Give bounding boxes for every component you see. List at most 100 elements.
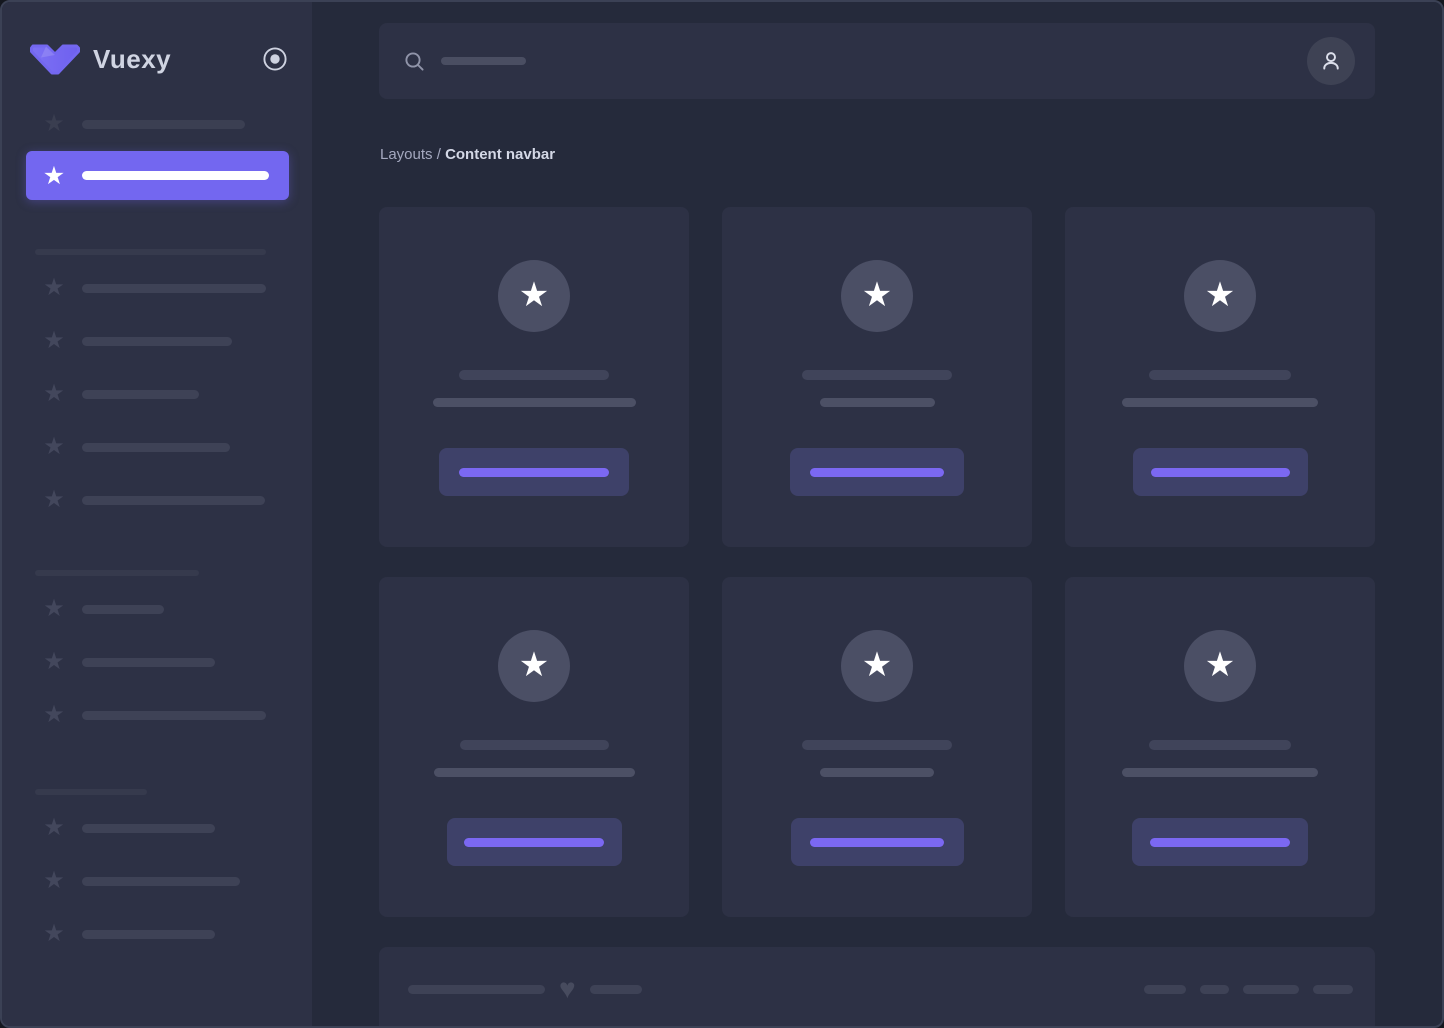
card-subtitle-placeholder: [433, 398, 636, 407]
card-button-placeholder[interactable]: [1132, 818, 1308, 866]
sidebar-item[interactable]: ★: [2, 486, 312, 514]
button-label-placeholder: [1151, 468, 1290, 477]
card-button-placeholder[interactable]: [790, 448, 964, 496]
sidebar-nav: ★ ★ ★ ★: [2, 82, 312, 973]
top-navbar: [379, 23, 1375, 99]
star-icon: ★: [42, 867, 66, 895]
card-button-placeholder[interactable]: [791, 818, 964, 866]
card-title-placeholder: [1149, 740, 1291, 750]
star-icon: ★: [42, 814, 66, 842]
card-subtitle-placeholder: [434, 768, 635, 777]
star-icon: ★: [42, 274, 66, 302]
card-button-placeholder[interactable]: [1133, 448, 1308, 496]
sidebar-item-active[interactable]: ★: [26, 151, 289, 200]
footer-link-placeholder[interactable]: [1200, 985, 1229, 994]
sidebar-item[interactable]: ★: [2, 433, 312, 461]
sidebar-item[interactable]: ★: [2, 814, 312, 842]
footer-text-placeholder: [590, 985, 642, 994]
card-avatar-circle: ★: [1184, 260, 1256, 332]
star-icon: ★: [519, 278, 549, 315]
skeleton-card: ★: [1065, 207, 1375, 547]
footer-text-placeholder: [408, 985, 545, 994]
skeleton-card: ★: [722, 577, 1032, 917]
star-icon: ★: [42, 920, 66, 948]
app-frame: Vuexy ★ ★: [0, 0, 1444, 1028]
sidebar-item[interactable]: ★: [2, 867, 312, 895]
card-title-placeholder: [1149, 370, 1291, 380]
sidebar-item[interactable]: ★: [2, 920, 312, 948]
search-input[interactable]: [403, 50, 1307, 73]
card-button-placeholder[interactable]: [439, 448, 629, 496]
star-icon: ★: [42, 433, 66, 461]
card-subtitle-placeholder: [820, 398, 935, 407]
sidebar-item-label-placeholder: [82, 337, 232, 346]
star-icon: ★: [42, 648, 66, 676]
sidebar-item-label-placeholder: [82, 390, 199, 399]
breadcrumb-current: Content navbar: [445, 146, 555, 163]
search-placeholder-bar: [441, 57, 526, 65]
skeleton-card: ★: [379, 577, 689, 917]
sidebar-item[interactable]: ★: [2, 648, 312, 676]
search-icon: [403, 50, 426, 73]
card-grid: ★ ★: [379, 207, 1375, 917]
card-avatar-circle: ★: [498, 630, 570, 702]
sidebar-item[interactable]: ★: [2, 380, 312, 408]
sidebar: Vuexy ★ ★: [2, 2, 312, 1026]
button-label-placeholder: [1150, 838, 1290, 847]
star-icon: ★: [42, 380, 66, 408]
sidebar-item-label-placeholder: [82, 120, 245, 129]
footer-link-placeholder[interactable]: [1144, 985, 1186, 994]
star-icon: ★: [862, 278, 892, 315]
footer-link-placeholder[interactable]: [1243, 985, 1299, 994]
sidebar-item[interactable]: ★: [2, 110, 312, 138]
star-icon: ★: [42, 701, 66, 729]
sidebar-section-divider: [35, 249, 266, 255]
skeleton-card: ★: [379, 207, 689, 547]
breadcrumb-parent[interactable]: Layouts: [380, 146, 433, 163]
card-title-placeholder: [802, 370, 952, 380]
sidebar-item-label-placeholder: [82, 284, 266, 293]
sidebar-item[interactable]: ★: [2, 327, 312, 355]
star-icon: ★: [519, 648, 549, 685]
star-icon: ★: [1205, 278, 1235, 315]
card-avatar-circle: ★: [1184, 630, 1256, 702]
card-title-placeholder: [459, 370, 609, 380]
user-avatar[interactable]: [1307, 37, 1355, 85]
vuexy-logo-icon: [30, 44, 80, 75]
breadcrumb-separator: /: [433, 146, 446, 163]
star-icon: ★: [42, 595, 66, 623]
heart-icon: ♥: [559, 975, 576, 1003]
button-label-placeholder: [464, 838, 604, 847]
sidebar-item[interactable]: ★: [2, 701, 312, 729]
card-title-placeholder: [460, 740, 609, 750]
app-title: Vuexy: [93, 44, 171, 75]
sidebar-item[interactable]: ★: [2, 274, 312, 302]
star-icon: ★: [42, 327, 66, 355]
sidebar-item-label-placeholder: [82, 443, 230, 452]
card-subtitle-placeholder: [1122, 398, 1318, 407]
button-label-placeholder: [810, 838, 944, 847]
footer-link-placeholder[interactable]: [1313, 985, 1353, 994]
breadcrumb: Layouts / Content navbar: [380, 146, 1375, 163]
card-subtitle-placeholder: [820, 768, 934, 777]
card-avatar-circle: ★: [841, 260, 913, 332]
sidebar-item-label-placeholder: [82, 658, 215, 667]
card-button-placeholder[interactable]: [447, 818, 622, 866]
sidebar-item[interactable]: ★: [2, 595, 312, 623]
skeleton-card: ★: [722, 207, 1032, 547]
button-label-placeholder: [459, 468, 609, 477]
person-icon: [1318, 48, 1344, 74]
main-content: Layouts / Content navbar ★ ★: [312, 2, 1442, 1026]
sidebar-item-label-placeholder: [82, 605, 164, 614]
star-icon: ★: [862, 648, 892, 685]
sidebar-item-label-placeholder: [82, 930, 215, 939]
sidebar-item-label-placeholder: [82, 877, 240, 886]
sidebar-item-label-placeholder: [82, 496, 265, 505]
sidebar-item-label-placeholder: [82, 171, 269, 180]
star-icon: ★: [42, 110, 66, 138]
sidebar-item-label-placeholder: [82, 824, 215, 833]
sidebar-section-divider: [35, 570, 199, 576]
menu-pin-toggle-icon[interactable]: [262, 46, 288, 72]
star-icon: ★: [42, 162, 66, 190]
star-icon: ★: [1205, 648, 1235, 685]
